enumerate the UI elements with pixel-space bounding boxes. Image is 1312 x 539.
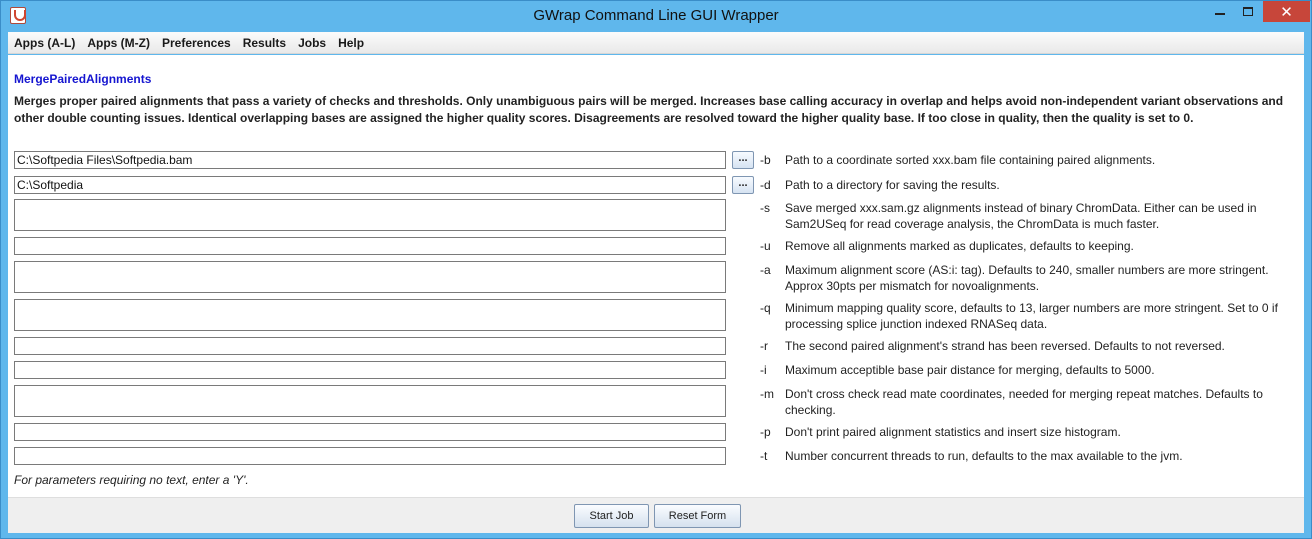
minimize-icon bbox=[1215, 12, 1225, 15]
menu-apps-m-z[interactable]: Apps (M-Z) bbox=[81, 32, 156, 54]
param-input-m[interactable] bbox=[14, 385, 726, 417]
param-description: Number concurrent threads to run, defaul… bbox=[785, 449, 1183, 463]
minimize-button[interactable] bbox=[1206, 1, 1234, 22]
param-description: Don't print paired alignment statistics … bbox=[785, 425, 1121, 439]
param-flag: -a bbox=[760, 263, 771, 277]
param-input-d[interactable]: C:\Softpedia bbox=[14, 176, 726, 194]
param-flag: -d bbox=[760, 178, 771, 192]
tool-name: MergePairedAlignments bbox=[14, 72, 152, 86]
param-description: Save merged xxx.sam.gz alignments instea… bbox=[785, 201, 1257, 231]
maximize-button[interactable] bbox=[1235, 1, 1261, 22]
param-input-b[interactable]: C:\Softpedia Files\Softpedia.bam bbox=[14, 151, 726, 169]
menu-preferences[interactable]: Preferences bbox=[156, 32, 237, 54]
close-button[interactable]: ✕ bbox=[1263, 1, 1310, 22]
param-input-q[interactable] bbox=[14, 299, 726, 331]
param-input-i[interactable] bbox=[14, 361, 726, 379]
param-description: Path to a directory for saving the resul… bbox=[785, 178, 1000, 192]
menu-jobs[interactable]: Jobs bbox=[292, 32, 332, 54]
param-description: Maximum acceptible base pair distance fo… bbox=[785, 363, 1155, 377]
param-description: Maximum alignment score (AS:i: tag). Def… bbox=[785, 263, 1269, 293]
param-flag: -m bbox=[760, 387, 774, 401]
menu-results[interactable]: Results bbox=[237, 32, 292, 54]
maximize-icon bbox=[1243, 7, 1253, 16]
reset-form-button[interactable]: Reset Form bbox=[654, 504, 741, 528]
browse-button-b[interactable]: ... bbox=[732, 151, 754, 169]
param-flag: -p bbox=[760, 425, 771, 439]
param-flag: -i bbox=[760, 363, 767, 377]
start-job-button[interactable]: Start Job bbox=[574, 504, 649, 528]
window-title: GWrap Command Line GUI Wrapper bbox=[533, 7, 779, 24]
param-input-p[interactable] bbox=[14, 423, 726, 441]
tool-description: Merges proper paired alignments that pas… bbox=[14, 94, 1284, 125]
param-input-s[interactable] bbox=[14, 199, 726, 231]
param-flag: -r bbox=[760, 339, 768, 353]
param-input-a[interactable] bbox=[14, 261, 726, 293]
param-description: Path to a coordinate sorted xxx.bam file… bbox=[785, 153, 1156, 167]
param-description: Minimum mapping quality score, defaults … bbox=[785, 301, 1278, 331]
param-input-t[interactable] bbox=[14, 447, 726, 465]
menu-apps-a-l[interactable]: Apps (A-L) bbox=[8, 32, 81, 54]
app-window: GWrap Command Line GUI Wrapper ✕ Apps (A… bbox=[0, 0, 1312, 539]
param-description: Don't cross check read mate coordinates,… bbox=[785, 387, 1263, 417]
param-flag: -q bbox=[760, 301, 771, 315]
menu-bar: Apps (A-L) Apps (M-Z) Preferences Result… bbox=[8, 32, 1304, 54]
param-flag: -b bbox=[760, 153, 771, 167]
button-bar: Start Job Reset Form bbox=[8, 497, 1304, 533]
menu-help[interactable]: Help bbox=[332, 32, 370, 54]
param-input-u[interactable] bbox=[14, 237, 726, 255]
instruction-note: For parameters requiring no text, enter … bbox=[14, 473, 249, 487]
param-description: The second paired alignment's strand has… bbox=[785, 339, 1225, 353]
param-description: Remove all alignments marked as duplicat… bbox=[785, 239, 1134, 253]
param-flag: -s bbox=[760, 201, 770, 215]
param-flag: -t bbox=[760, 449, 768, 463]
browse-button-d[interactable]: ... bbox=[732, 176, 754, 194]
title-bar[interactable]: GWrap Command Line GUI Wrapper ✕ bbox=[1, 1, 1311, 31]
form-panel: MergePairedAlignments Merges proper pair… bbox=[8, 55, 1304, 497]
param-input-r[interactable] bbox=[14, 337, 726, 355]
param-flag: -u bbox=[760, 239, 771, 253]
